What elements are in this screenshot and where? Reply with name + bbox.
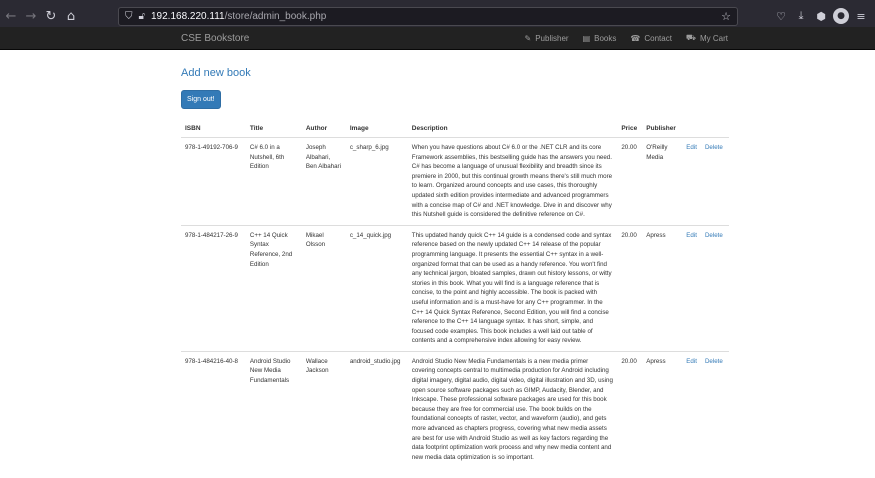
paperclip-icon: ✎ [524, 33, 532, 43]
cell-edit: Edit [682, 350, 701, 468]
url-text: 192.168.220.111/store/admin_book.php [151, 11, 326, 22]
cell-image: c_sharp_6.jpg [345, 137, 408, 226]
cell-isbn: 978-1-484216-40-8 [181, 350, 246, 468]
home-icon[interactable]: ⌂ [62, 8, 80, 26]
nav-publisher[interactable]: ✎ Publisher [525, 33, 569, 43]
nav-publisher-label: Publisher [535, 33, 569, 43]
reload-icon[interactable]: ↻ [42, 8, 60, 26]
header-description: Description [407, 121, 618, 138]
delete-link[interactable]: Delete [705, 144, 723, 151]
menu-icon[interactable]: ≡ [853, 8, 869, 24]
header-price: Price [617, 121, 643, 138]
nav-cart-label: My Cart [700, 33, 728, 43]
cell-title: C# 6.0 in a Nutshell, 6th Edition [245, 137, 302, 226]
cell-edit: Edit [682, 224, 701, 352]
table-row: 978-1-484217-26-9 C++ 14 Quick Syntax Re… [181, 224, 729, 352]
nav-contact-label: Contact [644, 33, 672, 43]
add-new-book-link[interactable]: Add new book [181, 67, 729, 79]
cell-author: Joseph Albahari, Ben Albahari [301, 137, 346, 226]
header-title: Title [245, 121, 302, 138]
books-table: ISBN Title Author Image Description Pric… [181, 121, 729, 468]
book-icon: ▤ [582, 33, 591, 43]
url-host: 192.168.220.111 [150, 11, 225, 22]
edit-link[interactable]: Edit [686, 144, 697, 151]
cell-title: Android Studio New Media Fundamentals [245, 350, 302, 468]
delete-link[interactable]: Delete [705, 232, 723, 239]
cell-price: 20.00 [617, 137, 643, 226]
site-brand[interactable]: CSE Bookstore [181, 33, 249, 44]
cell-description: Android Studio New Media Fundamentals is… [407, 350, 618, 468]
cell-publisher: O'Reilly Media [642, 137, 683, 226]
pocket-icon[interactable]: ♡ [773, 8, 789, 24]
forward-icon[interactable]: → [22, 8, 40, 26]
cell-isbn: 978-1-49192-706-9 [181, 137, 246, 226]
cell-description: This updated handy quick C++ 14 guide is… [407, 224, 618, 352]
cell-image: android_studio.jpg [345, 350, 408, 468]
main-content: Add new book Sign out! ISBN Title Author… [181, 50, 729, 468]
cell-author: Wallace Jackson [301, 350, 346, 468]
header-isbn: ISBN [181, 121, 246, 138]
nav-books[interactable]: ▤ Books [583, 33, 617, 43]
cell-price: 20.00 [617, 350, 643, 468]
cell-price: 20.00 [617, 224, 643, 352]
url-path: /store/admin_book.php [224, 11, 327, 22]
sign-out-button[interactable]: Sign out! [181, 90, 221, 109]
cell-author: Mikael Olsson [301, 224, 346, 352]
cell-delete: Delete [700, 224, 729, 352]
bookmark-star-icon[interactable]: ☆ [721, 10, 731, 23]
header-edit [682, 121, 701, 138]
cell-delete: Delete [700, 137, 729, 226]
cell-image: c_14_quick.jpg [345, 224, 408, 352]
cell-edit: Edit [682, 137, 701, 226]
header-image: Image [345, 121, 408, 138]
nav-books-label: Books [594, 33, 617, 43]
account-avatar-icon[interactable]: ● [833, 8, 849, 24]
header-publisher: Publisher [642, 121, 683, 138]
nav-links: ✎ Publisher ▤ Books ☎ Contact ⛟ My Cart [525, 33, 728, 43]
cell-isbn: 978-1-484217-26-9 [181, 224, 246, 352]
cell-publisher: Apress [642, 224, 683, 352]
insecure-lock-icon[interactable]: 🔓︎ [139, 11, 145, 22]
delete-link[interactable]: Delete [705, 358, 723, 365]
header-delete [700, 121, 729, 138]
cell-description: When you have questions about C# 6.0 or … [407, 137, 618, 226]
toolbar-right: ♡ ⤓ ⬢ ● ≡ [773, 8, 869, 24]
table-row: 978-1-49192-706-9 C# 6.0 in a Nutshell, … [181, 137, 729, 226]
nav-contact[interactable]: ☎ Contact [630, 33, 672, 43]
edit-link[interactable]: Edit [686, 232, 697, 239]
header-author: Author [301, 121, 346, 138]
cell-delete: Delete [700, 350, 729, 468]
url-bar[interactable]: ⛉ 🔓︎ 192.168.220.111/store/admin_book.ph… [118, 7, 738, 26]
table-header-row: ISBN Title Author Image Description Pric… [181, 121, 729, 138]
cell-title: C++ 14 Quick Syntax Reference, 2nd Editi… [245, 224, 302, 352]
cart-icon: ⛟ [685, 33, 696, 42]
shield-icon: ⛉ [125, 11, 133, 22]
edit-link[interactable]: Edit [686, 358, 697, 365]
cell-publisher: Apress [642, 350, 683, 468]
back-icon[interactable]: ← [2, 8, 20, 26]
site-navbar: CSE Bookstore ✎ Publisher ▤ Books ☎ Contact… [0, 27, 875, 50]
nav-cart[interactable]: ⛟ My Cart [686, 33, 728, 43]
extension-icon[interactable]: ⬢ [813, 8, 829, 24]
download-icon[interactable]: ⤓ [793, 8, 809, 24]
table-row: 978-1-484216-40-8 Android Studio New Med… [181, 350, 729, 468]
phone-icon: ☎ [630, 33, 641, 43]
